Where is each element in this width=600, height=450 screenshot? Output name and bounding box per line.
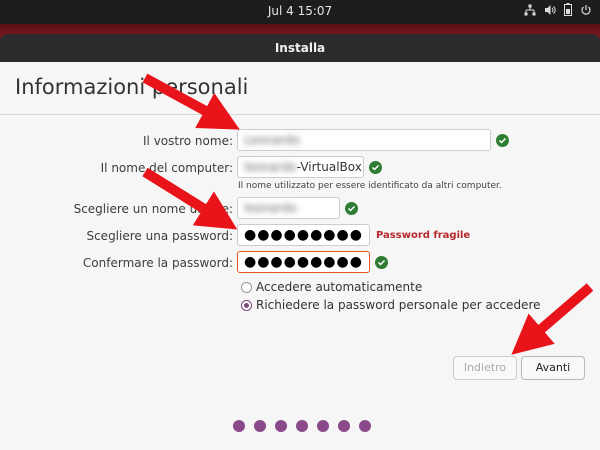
annotation-arrow-name (142, 73, 240, 130)
annotation-arrow-password (142, 167, 238, 230)
annotation-arrows (142, 73, 594, 355)
annotation-arrow-next (511, 283, 594, 355)
